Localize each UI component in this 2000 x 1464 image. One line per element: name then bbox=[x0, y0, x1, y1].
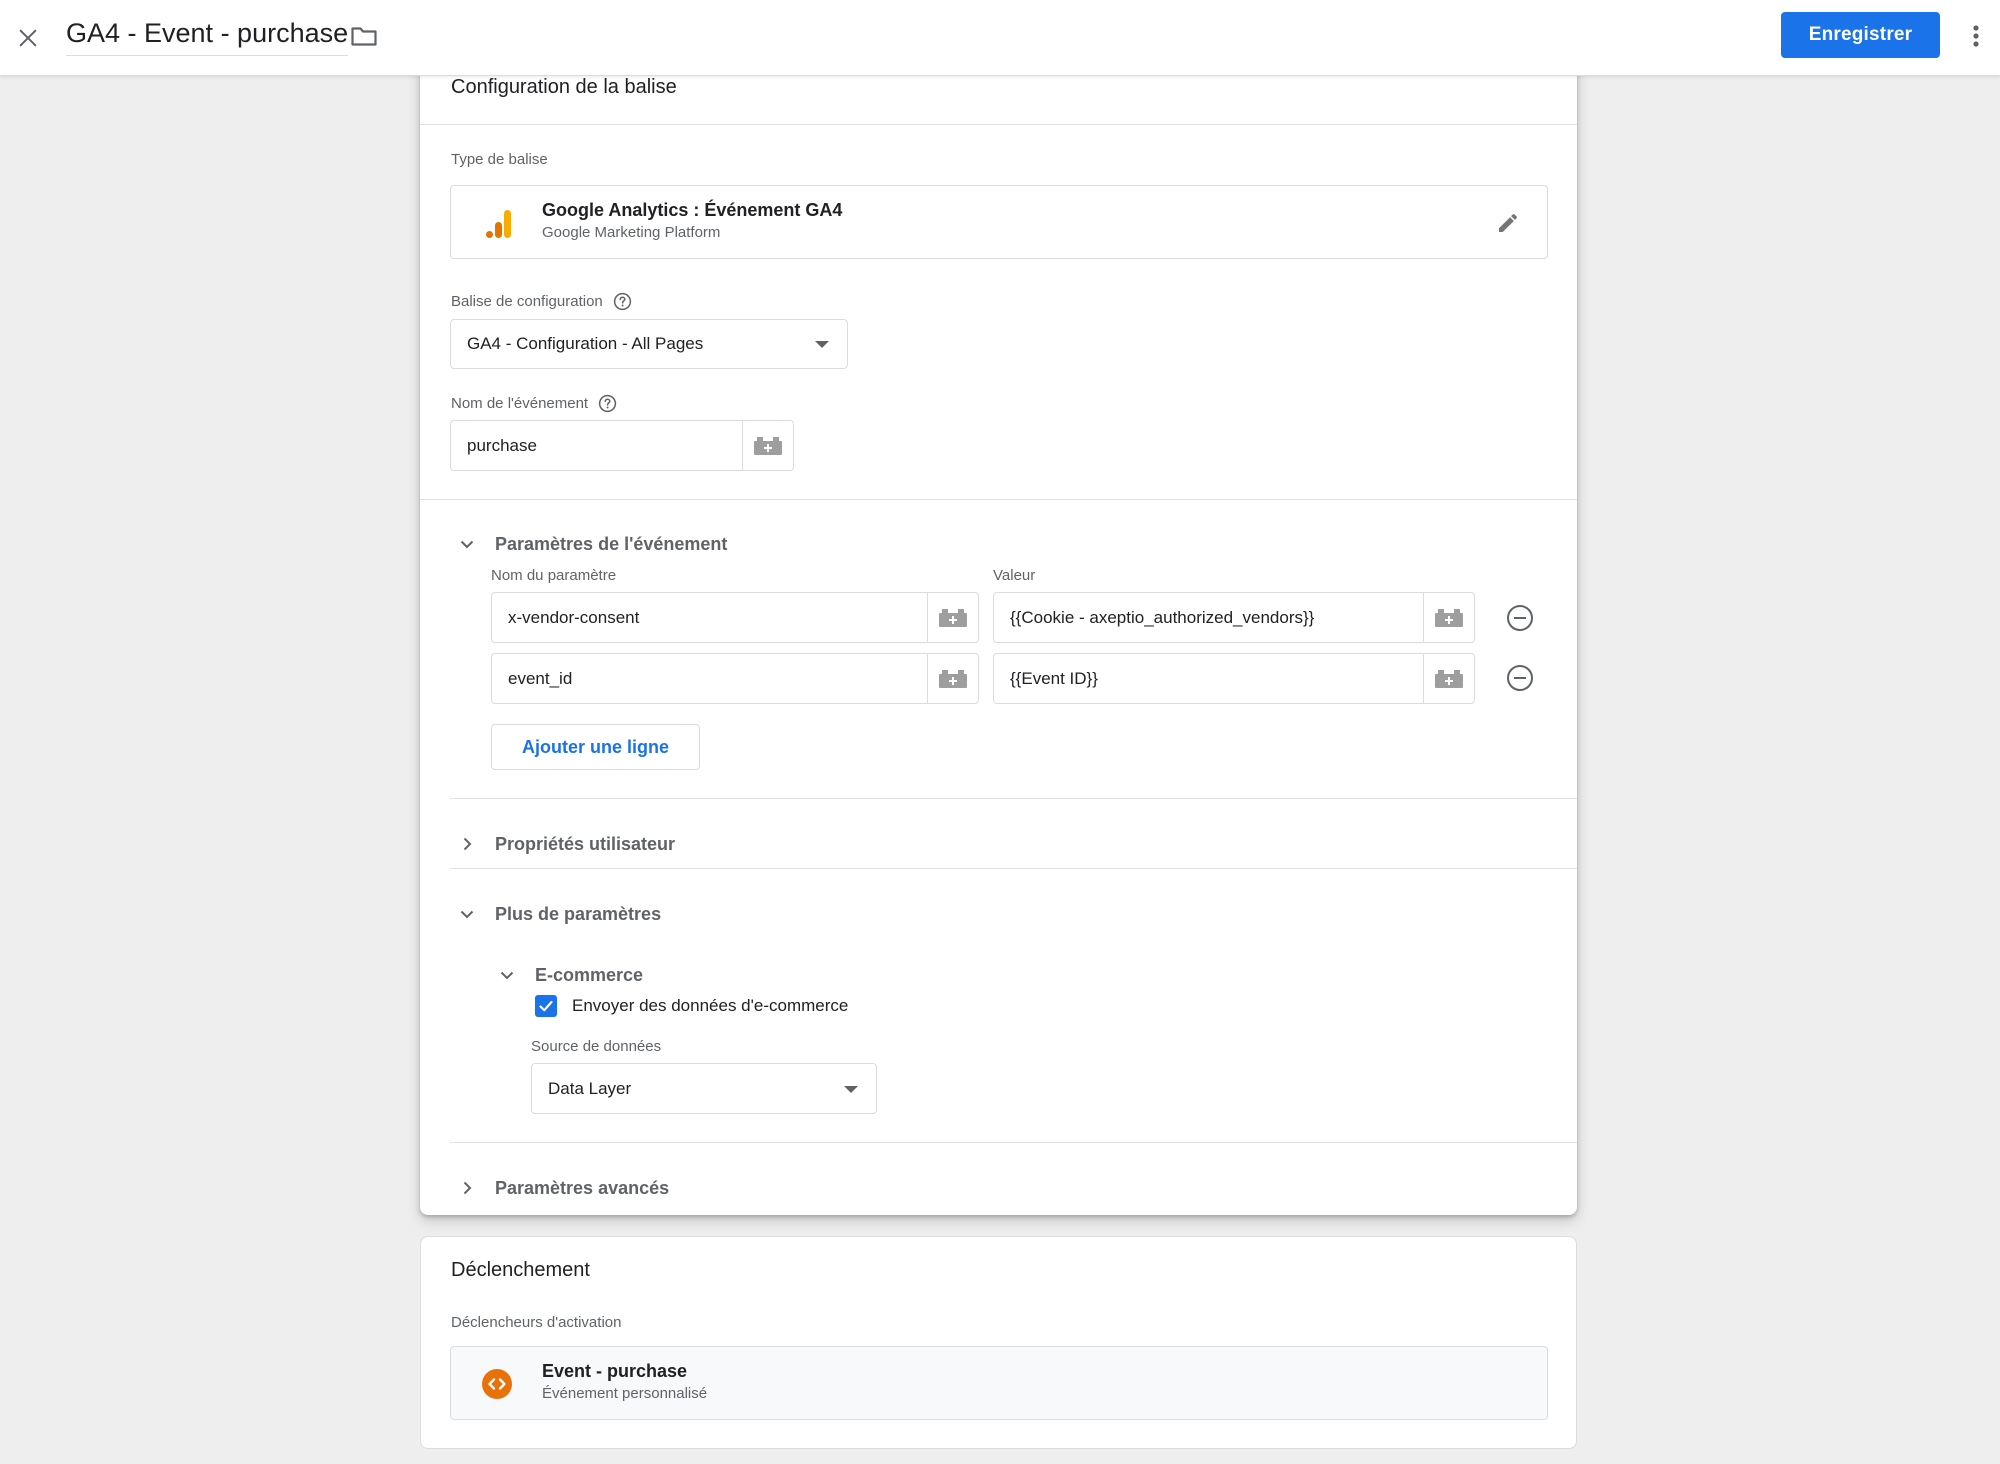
trigger-type: Événement personnalisé bbox=[542, 1385, 708, 1402]
variable-brick-icon bbox=[939, 669, 967, 688]
remove-circle-icon bbox=[1507, 665, 1533, 691]
remove-row-button[interactable] bbox=[1505, 663, 1535, 693]
dropdown-arrow-icon bbox=[844, 1085, 858, 1093]
more-settings-title: Plus de paramètres bbox=[495, 903, 662, 924]
chevron-right-icon bbox=[456, 1177, 478, 1199]
close-button[interactable] bbox=[6, 16, 50, 60]
event-name-field: purchase bbox=[450, 420, 794, 471]
trigger-name: Event - purchase bbox=[542, 1361, 688, 1381]
trigger-tile[interactable]: Event - purchase Événement personnalisé bbox=[450, 1346, 1548, 1420]
config-tag-select[interactable]: GA4 - Configuration - All Pages bbox=[450, 319, 848, 369]
insert-variable-button[interactable] bbox=[927, 593, 978, 642]
user-properties-header[interactable]: Propriétés utilisateur bbox=[456, 833, 675, 855]
variable-brick-icon bbox=[1435, 608, 1463, 627]
send-ecommerce-label[interactable]: Envoyer des données d'e-commerce bbox=[572, 996, 848, 1016]
chevron-down-icon bbox=[496, 964, 518, 986]
send-ecommerce-checkbox[interactable] bbox=[535, 995, 557, 1017]
divider bbox=[450, 1142, 1577, 1143]
divider bbox=[420, 499, 1577, 500]
chevron-down-icon bbox=[456, 533, 478, 555]
more-options-button[interactable] bbox=[1958, 14, 1994, 58]
event-name-input[interactable]: purchase bbox=[451, 421, 742, 470]
variable-brick-icon bbox=[754, 436, 782, 455]
variable-brick-icon bbox=[1435, 669, 1463, 688]
custom-event-trigger-icon bbox=[482, 1369, 512, 1399]
divider bbox=[450, 798, 1577, 799]
advanced-settings-title: Paramètres avancés bbox=[495, 1177, 670, 1198]
advanced-settings-header[interactable]: Paramètres avancés bbox=[456, 1177, 669, 1199]
param-value-column-header: Valeur bbox=[993, 567, 1036, 584]
remove-row-button[interactable] bbox=[1505, 603, 1535, 633]
triggering-card: Déclenchement Déclencheurs d'activation … bbox=[420, 1236, 1577, 1449]
remove-circle-icon bbox=[1507, 605, 1533, 631]
folder-icon bbox=[351, 27, 377, 46]
tag-type-label: Type de balise bbox=[451, 151, 548, 168]
more-vert-icon bbox=[1973, 25, 1979, 47]
close-icon bbox=[19, 29, 37, 47]
divider bbox=[420, 124, 1577, 125]
event-name-label: Nom de l'événement bbox=[451, 394, 617, 413]
insert-variable-button[interactable] bbox=[927, 654, 978, 703]
google-analytics-icon bbox=[486, 210, 511, 238]
param-name-input[interactable]: event_id bbox=[492, 654, 927, 703]
checkmark-icon bbox=[539, 1000, 553, 1012]
tag-type-name: Google Analytics : Événement GA4 bbox=[542, 200, 843, 220]
top-bar: GA4 - Event - purchase Enregistrer bbox=[0, 0, 2000, 76]
help-icon[interactable] bbox=[613, 292, 632, 311]
triggering-title: Déclenchement bbox=[451, 1259, 590, 1281]
chevron-right-icon bbox=[456, 833, 478, 855]
param-value-field: {{Event ID}} bbox=[993, 653, 1475, 704]
param-name-field: event_id bbox=[491, 653, 979, 704]
insert-variable-button[interactable] bbox=[1423, 593, 1474, 642]
variable-brick-icon bbox=[939, 608, 967, 627]
tag-type-tile[interactable]: Google Analytics : Événement GA4 Google … bbox=[450, 185, 1548, 259]
event-params-header[interactable]: Paramètres de l'événement bbox=[456, 533, 727, 555]
dropdown-arrow-icon bbox=[815, 341, 829, 348]
param-value-input[interactable]: {{Cookie - axeptio_authorized_vendors}} bbox=[994, 593, 1423, 642]
save-button[interactable]: Enregistrer bbox=[1781, 12, 1940, 58]
chevron-down-icon bbox=[456, 903, 478, 925]
edit-pencil-icon[interactable] bbox=[1496, 211, 1520, 235]
insert-variable-button[interactable] bbox=[742, 421, 793, 470]
param-name-input[interactable]: x-vendor-consent bbox=[492, 593, 927, 642]
data-source-value: Data Layer bbox=[548, 1078, 632, 1098]
divider bbox=[450, 868, 1577, 869]
event-params-title: Paramètres de l'événement bbox=[495, 533, 728, 554]
tag-configuration-title: Configuration de la balise bbox=[451, 76, 677, 98]
firing-triggers-label: Déclencheurs d'activation bbox=[451, 1314, 622, 1331]
param-name-field: x-vendor-consent bbox=[491, 592, 979, 643]
help-icon[interactable] bbox=[598, 394, 617, 413]
tag-type-provider: Google Marketing Platform bbox=[542, 224, 721, 241]
event-name-label-text: Nom de l'événement bbox=[451, 395, 589, 412]
config-tag-value: GA4 - Configuration - All Pages bbox=[467, 334, 704, 353]
data-source-label: Source de données bbox=[531, 1038, 662, 1055]
param-value-input[interactable]: {{Event ID}} bbox=[994, 654, 1423, 703]
ecommerce-header[interactable]: E-commerce bbox=[496, 964, 643, 986]
data-source-select[interactable]: Data Layer bbox=[531, 1063, 877, 1114]
param-name-column-header: Nom du paramètre bbox=[491, 567, 617, 584]
config-tag-label-text: Balise de configuration bbox=[451, 293, 603, 310]
folder-button[interactable] bbox=[344, 16, 384, 56]
tag-name-field[interactable]: GA4 - Event - purchase bbox=[66, 18, 349, 56]
add-row-button[interactable]: Ajouter une ligne bbox=[491, 724, 700, 770]
param-value-field: {{Cookie - axeptio_authorized_vendors}} bbox=[993, 592, 1475, 643]
config-tag-label: Balise de configuration bbox=[451, 292, 632, 311]
insert-variable-button[interactable] bbox=[1423, 654, 1474, 703]
more-settings-header[interactable]: Plus de paramètres bbox=[456, 903, 661, 925]
user-properties-title: Propriétés utilisateur bbox=[495, 833, 676, 854]
tag-configuration-card: Configuration de la balise Type de balis… bbox=[420, 40, 1577, 1215]
ecommerce-title: E-commerce bbox=[535, 964, 644, 985]
